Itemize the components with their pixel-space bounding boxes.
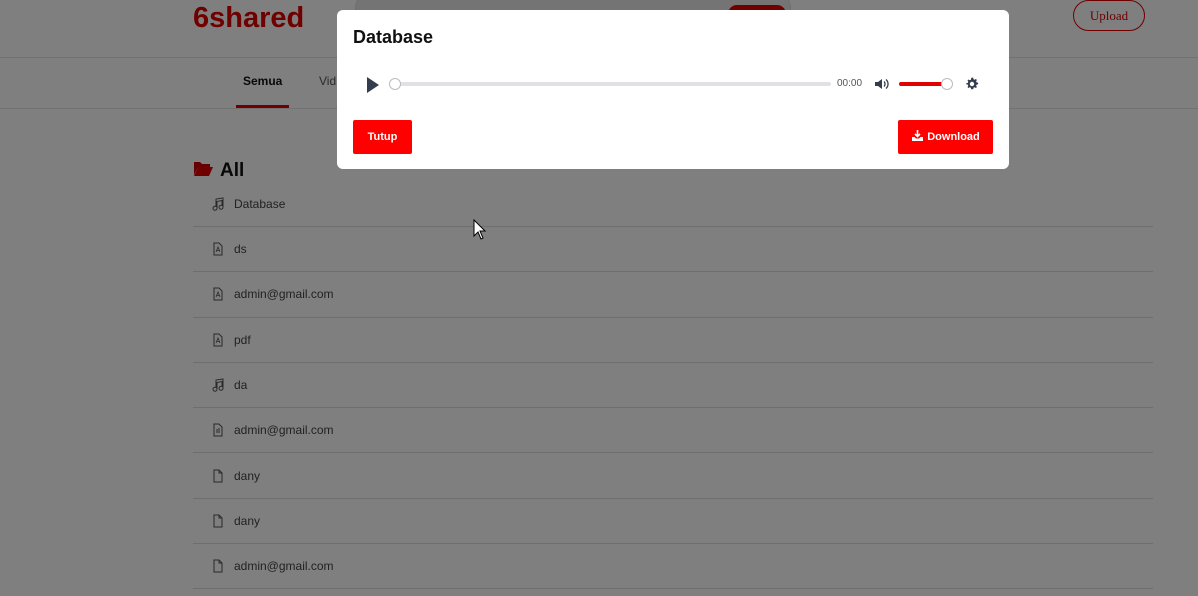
- gear-icon[interactable]: [964, 76, 980, 92]
- download-icon: [911, 129, 924, 145]
- audio-preview-modal: Database 00:00 Tutup Download: [337, 10, 1009, 169]
- volume-handle[interactable]: [941, 78, 953, 90]
- volume-slider[interactable]: [899, 82, 947, 86]
- modal-title: Database: [353, 27, 434, 47]
- download-label: Download: [927, 131, 980, 143]
- play-icon[interactable]: [366, 76, 380, 94]
- close-button[interactable]: Tutup: [353, 120, 412, 154]
- audio-player: 00:00: [361, 74, 983, 96]
- seek-handle[interactable]: [389, 78, 401, 90]
- current-time: 00:00: [837, 78, 863, 89]
- volume-icon[interactable]: [874, 76, 890, 92]
- mouse-cursor-icon: [473, 218, 487, 240]
- download-button[interactable]: Download: [898, 120, 993, 154]
- seek-bar[interactable]: [395, 82, 831, 86]
